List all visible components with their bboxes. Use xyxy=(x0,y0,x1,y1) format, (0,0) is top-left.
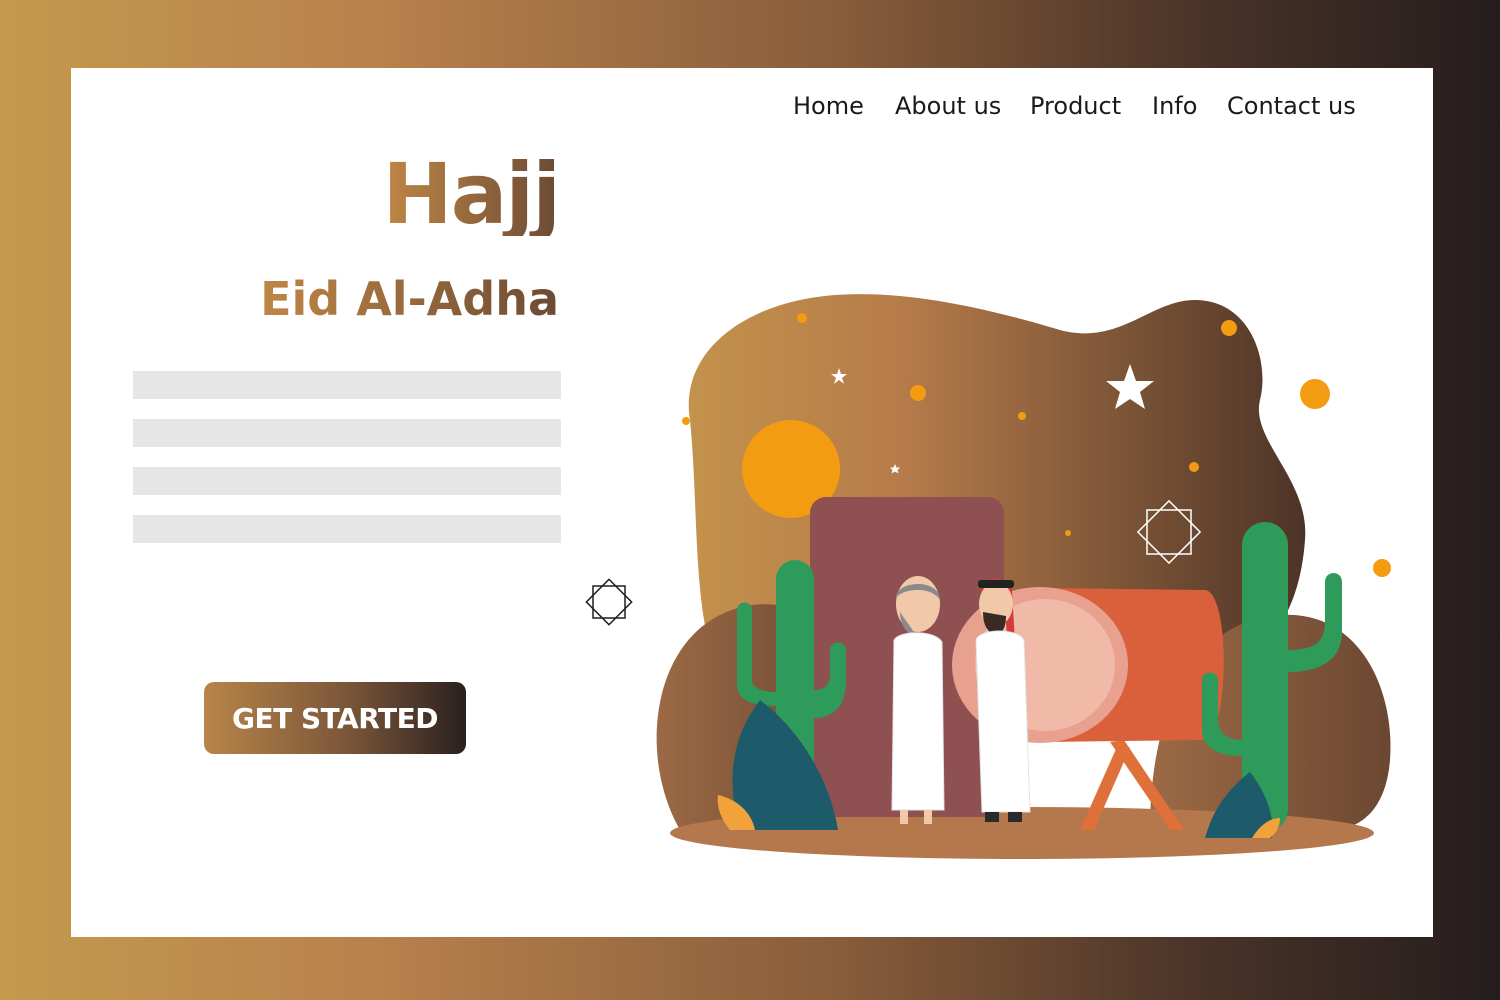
get-started-button[interactable]: GET STARTED xyxy=(204,682,466,754)
nav-info[interactable]: Info xyxy=(1152,92,1197,120)
nav-about-us[interactable]: About us xyxy=(895,92,1001,120)
hero-title: Hajj xyxy=(382,145,561,243)
top-nav: Home About us Product Info Contact us xyxy=(0,92,1500,132)
text-placeholder-line xyxy=(133,371,561,399)
text-placeholder-line xyxy=(133,467,561,495)
text-placeholder-line xyxy=(133,419,561,447)
page-card xyxy=(71,68,1433,937)
nav-home[interactable]: Home xyxy=(793,92,864,120)
nav-contact-us[interactable]: Contact us xyxy=(1227,92,1356,120)
nav-product[interactable]: Product xyxy=(1030,92,1121,120)
hero-subtitle: Eid Al-Adha xyxy=(260,272,559,326)
text-placeholder-line xyxy=(133,515,561,543)
